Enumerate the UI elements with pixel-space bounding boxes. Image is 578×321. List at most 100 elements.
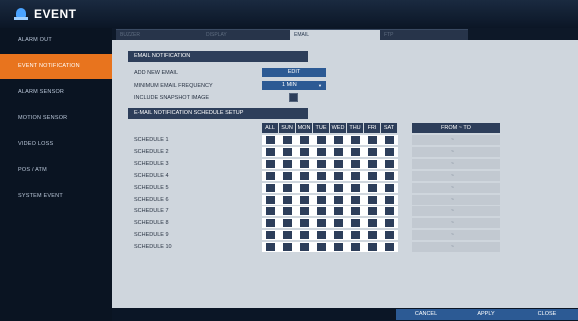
tab-email[interactable]: EMAIL [290, 29, 380, 40]
schedule-day-checkbox[interactable] [279, 206, 296, 217]
schedule-day-checkbox[interactable] [262, 146, 279, 157]
schedule-day-checkbox[interactable] [347, 158, 364, 169]
sidebar-item-pos-atm[interactable]: POS / ATM [0, 158, 112, 183]
schedule-day-checkbox[interactable] [330, 146, 347, 157]
schedule-day-checkbox[interactable] [364, 230, 381, 241]
email-frequency-select[interactable]: 1 MIN ▼ [262, 81, 326, 90]
apply-button[interactable]: APPLY [456, 309, 516, 320]
time-range-field[interactable]: ~ [412, 206, 500, 217]
schedule-day-checkbox[interactable] [347, 194, 364, 205]
schedule-day-checkbox[interactable] [364, 242, 381, 253]
schedule-day-checkbox[interactable] [381, 146, 398, 157]
schedule-day-checkbox[interactable] [313, 170, 330, 181]
schedule-day-checkbox[interactable] [330, 158, 347, 169]
schedule-day-checkbox[interactable] [364, 158, 381, 169]
schedule-day-checkbox[interactable] [279, 230, 296, 241]
time-range-field[interactable]: ~ [412, 194, 500, 205]
schedule-day-checkbox[interactable] [296, 158, 313, 169]
tab-ftp[interactable]: FTP [380, 29, 468, 40]
schedule-day-checkbox[interactable] [364, 194, 381, 205]
schedule-day-checkbox[interactable] [381, 135, 398, 145]
schedule-day-checkbox[interactable] [262, 158, 279, 169]
schedule-day-checkbox[interactable] [381, 182, 398, 193]
schedule-day-checkbox[interactable] [313, 206, 330, 217]
schedule-day-checkbox[interactable] [381, 230, 398, 241]
schedule-day-checkbox[interactable] [381, 242, 398, 253]
time-range-field[interactable]: ~ [412, 218, 500, 229]
schedule-day-checkbox[interactable] [313, 158, 330, 169]
schedule-day-checkbox[interactable] [330, 135, 347, 145]
schedule-day-checkbox[interactable] [347, 135, 364, 145]
schedule-day-checkbox[interactable] [347, 146, 364, 157]
schedule-day-checkbox[interactable] [364, 206, 381, 217]
schedule-day-checkbox[interactable] [330, 218, 347, 229]
time-range-field[interactable]: ~ [412, 170, 500, 181]
time-range-field[interactable]: ~ [412, 135, 500, 145]
schedule-day-checkbox[interactable] [313, 218, 330, 229]
schedule-day-checkbox[interactable] [279, 146, 296, 157]
schedule-day-checkbox[interactable] [279, 158, 296, 169]
schedule-day-checkbox[interactable] [296, 135, 313, 145]
schedule-day-checkbox[interactable] [262, 194, 279, 205]
schedule-day-checkbox[interactable] [313, 230, 330, 241]
schedule-day-checkbox[interactable] [296, 242, 313, 253]
schedule-day-checkbox[interactable] [262, 230, 279, 241]
schedule-day-checkbox[interactable] [279, 170, 296, 181]
schedule-day-checkbox[interactable] [296, 170, 313, 181]
schedule-day-checkbox[interactable] [279, 135, 296, 145]
schedule-day-checkbox[interactable] [381, 194, 398, 205]
tab-display[interactable]: DISPLAY [202, 29, 290, 40]
schedule-day-checkbox[interactable] [296, 218, 313, 229]
schedule-day-checkbox[interactable] [347, 170, 364, 181]
schedule-day-checkbox[interactable] [330, 170, 347, 181]
schedule-day-checkbox[interactable] [381, 158, 398, 169]
tab-buzzer[interactable]: BUZZER [116, 29, 204, 40]
schedule-day-checkbox[interactable] [364, 135, 381, 145]
schedule-day-checkbox[interactable] [381, 218, 398, 229]
schedule-day-checkbox[interactable] [262, 135, 279, 145]
time-range-field[interactable]: ~ [412, 230, 500, 241]
schedule-day-checkbox[interactable] [296, 194, 313, 205]
sidebar-item-system-event[interactable]: SYSTEM EVENT [0, 184, 112, 209]
schedule-day-checkbox[interactable] [262, 242, 279, 253]
schedule-day-checkbox[interactable] [347, 242, 364, 253]
edit-button[interactable]: EDIT [262, 68, 326, 77]
schedule-day-checkbox[interactable] [262, 170, 279, 181]
sidebar-item-alarm-sensor[interactable]: ALARM SENSOR [0, 80, 112, 105]
schedule-day-checkbox[interactable] [262, 182, 279, 193]
schedule-day-checkbox[interactable] [296, 206, 313, 217]
time-range-field[interactable]: ~ [412, 158, 500, 169]
schedule-day-checkbox[interactable] [313, 146, 330, 157]
schedule-day-checkbox[interactable] [330, 242, 347, 253]
schedule-day-checkbox[interactable] [381, 206, 398, 217]
schedule-day-checkbox[interactable] [279, 218, 296, 229]
sidebar-item-alarm-out[interactable]: ALARM OUT [0, 28, 112, 53]
schedule-day-checkbox[interactable] [313, 182, 330, 193]
schedule-day-checkbox[interactable] [279, 194, 296, 205]
schedule-day-checkbox[interactable] [381, 170, 398, 181]
schedule-day-checkbox[interactable] [313, 242, 330, 253]
schedule-day-checkbox[interactable] [364, 218, 381, 229]
schedule-day-checkbox[interactable] [330, 230, 347, 241]
schedule-day-checkbox[interactable] [347, 218, 364, 229]
schedule-day-checkbox[interactable] [364, 170, 381, 181]
schedule-day-checkbox[interactable] [279, 182, 296, 193]
schedule-day-checkbox[interactable] [364, 146, 381, 157]
sidebar-item-video-loss[interactable]: VIDEO LOSS [0, 132, 112, 157]
schedule-day-checkbox[interactable] [347, 230, 364, 241]
schedule-day-checkbox[interactable] [262, 218, 279, 229]
time-range-field[interactable]: ~ [412, 182, 500, 193]
schedule-day-checkbox[interactable] [330, 194, 347, 205]
schedule-day-checkbox[interactable] [279, 242, 296, 253]
schedule-day-checkbox[interactable] [330, 182, 347, 193]
schedule-day-checkbox[interactable] [296, 146, 313, 157]
cancel-button[interactable]: CANCEL [396, 309, 456, 320]
schedule-day-checkbox[interactable] [347, 182, 364, 193]
schedule-day-checkbox[interactable] [262, 206, 279, 217]
schedule-day-checkbox[interactable] [313, 194, 330, 205]
time-range-field[interactable]: ~ [412, 146, 500, 157]
close-button[interactable]: CLOSE [516, 309, 578, 320]
sidebar-item-event-notification[interactable]: EVENT NOTIFICATION [0, 54, 112, 79]
schedule-day-checkbox[interactable] [347, 206, 364, 217]
snapshot-checkbox[interactable] [289, 93, 298, 102]
